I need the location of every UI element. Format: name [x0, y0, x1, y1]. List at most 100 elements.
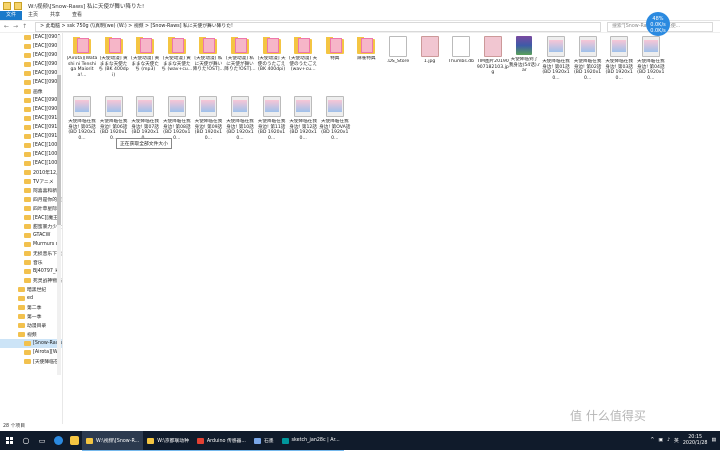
quick-access-toolbar[interactable] — [3, 1, 22, 10]
sidebar-item-label: TVアニメ 『 — [33, 180, 60, 185]
file-item[interactable]: [天使动漫] 黄ままな天使たち (wav+cu... — [161, 36, 193, 92]
sidebar-item[interactable]: BJ40797_k — [0, 267, 62, 276]
clock[interactable]: 20:15 2020/1/28 — [683, 435, 708, 447]
sidebar-item[interactable]: [EAC][1003 — [0, 150, 62, 159]
sidebar-item[interactable]: 第一季 — [0, 312, 62, 321]
file-item[interactable]: 特典 — [319, 36, 351, 92]
file-item[interactable]: 天使降临在我身边! 第12話(BD 1920x10... — [287, 96, 319, 152]
sidebar-item[interactable]: 动漫目录 — [0, 321, 62, 330]
file-item[interactable]: [天使动漫] 私に天使が舞い降りた!OST]... — [192, 36, 224, 92]
file-item[interactable]: Thumbs.db — [445, 36, 477, 92]
file-item[interactable]: 天使降临在我身边! 第10話(BD 1920x10... — [224, 96, 256, 152]
folder-icon — [24, 152, 31, 157]
sidebar-item[interactable]: 阿喜喜和新 — [0, 186, 62, 195]
sidebar-item[interactable]: 甜蜜暴力少女 — [0, 222, 62, 231]
sidebar-item[interactable]: GTACW — [0, 231, 62, 240]
file-item[interactable]: 天使降临在我身边! 第05話(BD 1920x10... — [66, 96, 98, 152]
folder-icon — [24, 269, 31, 274]
file-explorer-icon[interactable] — [66, 431, 82, 450]
sidebar-item[interactable]: 2010年12月 — [0, 168, 62, 177]
sidebar-item[interactable]: [EAC][1002 — [0, 141, 62, 150]
sidebar-item[interactable]: [EAC][1003 — [0, 159, 62, 168]
file-item[interactable]: 天使降临在我身边! 第01話(BD 1920x10... — [540, 36, 572, 92]
video-thumbnail-icon — [231, 96, 249, 117]
file-item[interactable]: [天使动漫] 黄ままな天使たち (BK 400dpi) — [98, 36, 130, 92]
taskbar-app[interactable]: Arduino 传感器... — [192, 431, 250, 451]
tab-file[interactable]: 文件 — [0, 11, 23, 20]
file-item[interactable]: 天使降临在我身边! 第11話(BD 1920x10... — [256, 96, 288, 152]
file-item[interactable]: 天使降临在我身边! 第03話(BD 1920x10... — [603, 36, 635, 92]
notification-icon[interactable]: ▤ — [711, 438, 716, 443]
forward-arrow-icon[interactable]: → — [13, 23, 18, 30]
ime-indicator[interactable]: 英 — [674, 437, 679, 444]
sidebar-item[interactable]: 画像 — [0, 87, 62, 96]
file-item[interactable]: 1.jpg — [414, 36, 446, 92]
sidebar-item[interactable]: 死灵战神物语 — [0, 276, 62, 285]
sidebar-item[interactable]: [EAC][0908 — [0, 69, 62, 78]
sidebar-item-label: 暗黑世纪 — [27, 288, 47, 293]
tab-share[interactable]: 共享 — [44, 11, 66, 20]
volume-icon[interactable]: ♪ — [667, 438, 670, 443]
file-item[interactable]: [天使动漫] 天使のうたごえ (wav+cu... — [287, 36, 319, 92]
taskbar-app[interactable]: sketch_jan28c | Ar... — [277, 431, 344, 451]
file-item[interactable]: 天使降临在我身边! 第02話(BD 1920x10... — [572, 36, 604, 92]
file-item[interactable]: .DS_Store — [382, 36, 414, 92]
folder-icon — [24, 53, 31, 58]
navigation-pane[interactable]: [EAC][0906 [EAC][0906 [EAC][0907 [EAC][0908… — [0, 33, 63, 424]
file-item[interactable]: [天使动漫] 私に天使が舞い降りた!OST]... — [224, 36, 256, 92]
search-icon[interactable]: ○ — [18, 431, 34, 450]
file-item[interactable]: 天使降临在我身边! 第09話(BD 1920x10... — [192, 96, 224, 152]
sidebar-item[interactable]: Murmurs of — [0, 240, 62, 249]
taskbar-app[interactable]: 石墨 — [249, 431, 278, 451]
tab-view[interactable]: 查看 — [66, 11, 88, 20]
sidebar-item[interactable]: 四叶草星际 — [0, 204, 62, 213]
scrollbar-thumb[interactable] — [57, 75, 61, 225]
sidebar-item[interactable]: [EAC][0909 — [0, 105, 62, 114]
file-item[interactable]: [天使动漫] 天使のうたごえ (BK 400dpi) — [256, 36, 288, 92]
file-item[interactable]: 麻雀特典 — [350, 36, 382, 92]
sidebar-item[interactable]: 暗黑世纪 — [0, 285, 62, 294]
sidebar-item[interactable]: [天使降临在 — [0, 357, 62, 366]
sidebar-scrollbar[interactable] — [57, 35, 61, 375]
tab-home[interactable]: 主页 — [22, 11, 44, 20]
file-list-view[interactable]: [Airota][Watashi ni Tenshi ga Maiorita!.… — [66, 36, 716, 421]
sidebar-item[interactable]: ed — [0, 294, 62, 303]
sidebar-item[interactable]: [EAC][0910 — [0, 123, 62, 132]
sidebar-item[interactable]: 视频 — [0, 330, 62, 339]
file-item[interactable]: TIM图片20190907182103.jpg — [477, 36, 509, 92]
sidebar-item[interactable]: 四月是你的谎 — [0, 195, 62, 204]
up-arrow-icon[interactable]: ↑ — [22, 23, 27, 30]
network-icon[interactable]: ▣ — [658, 438, 663, 443]
sidebar-item[interactable]: [EAC][0908 — [0, 78, 62, 87]
sidebar-item[interactable]: [EAC][0906 — [0, 42, 62, 51]
sidebar-item[interactable]: [Airota][Wa — [0, 348, 62, 357]
chevron-up-icon[interactable]: ^ — [650, 438, 654, 443]
sidebar-item[interactable]: [EAC][0908 — [0, 60, 62, 69]
sidebar-item[interactable]: [EAC][0908 — [0, 96, 62, 105]
sidebar-item[interactable]: [EAC][0911 — [0, 132, 62, 141]
file-item[interactable]: [Airota][Watashi ni Tenshi ga Maiorita!.… — [66, 36, 98, 92]
file-item[interactable]: 天使降临到了我身边(54话).rar — [508, 36, 540, 92]
edge-icon[interactable] — [50, 431, 66, 450]
network-speed-widget[interactable]: 48% 0.0K/s 0.0K/s — [646, 12, 670, 36]
start-button[interactable] — [0, 431, 18, 450]
file-item[interactable]: 天使降临在我身边! 第04話(BD 1920x10... — [635, 36, 667, 92]
sidebar-item[interactable]: [EAC][0907 — [0, 51, 62, 60]
task-view-icon[interactable]: ▭ — [34, 431, 50, 450]
sidebar-item[interactable]: 第二季 — [0, 303, 62, 312]
sidebar-item[interactable]: [EAC][0906 — [0, 33, 62, 42]
properties-icon[interactable] — [14, 1, 22, 10]
taskbar-app[interactable]: W:\视频\[Snow-R... — [82, 431, 144, 451]
sidebar-item[interactable]: [Snow-Raws — [0, 339, 62, 348]
folder-icon[interactable] — [3, 1, 11, 10]
file-item[interactable]: 天使降临在我身边! 第OVA話(BD 1920x10... — [319, 96, 351, 152]
file-item[interactable]: [天使动漫] 黄ままな天使たち (mp3) — [129, 36, 161, 92]
address-bar[interactable]: > 此电脑 > ssk 750g (\\真明(we) (W:) > 视频 > [… — [35, 21, 602, 32]
sidebar-item[interactable]: [EAC][0910 — [0, 114, 62, 123]
back-arrow-icon[interactable]: ← — [4, 23, 9, 30]
sidebar-item[interactable]: [EAC][魔王] — [0, 213, 62, 222]
sidebar-item[interactable]: TVアニメ 『 — [0, 177, 62, 186]
sidebar-item[interactable]: 音乐 — [0, 258, 62, 267]
sidebar-item[interactable]: 无损音乐下载 — [0, 249, 62, 258]
taskbar-app[interactable]: W:\京都联动种 — [143, 431, 193, 451]
